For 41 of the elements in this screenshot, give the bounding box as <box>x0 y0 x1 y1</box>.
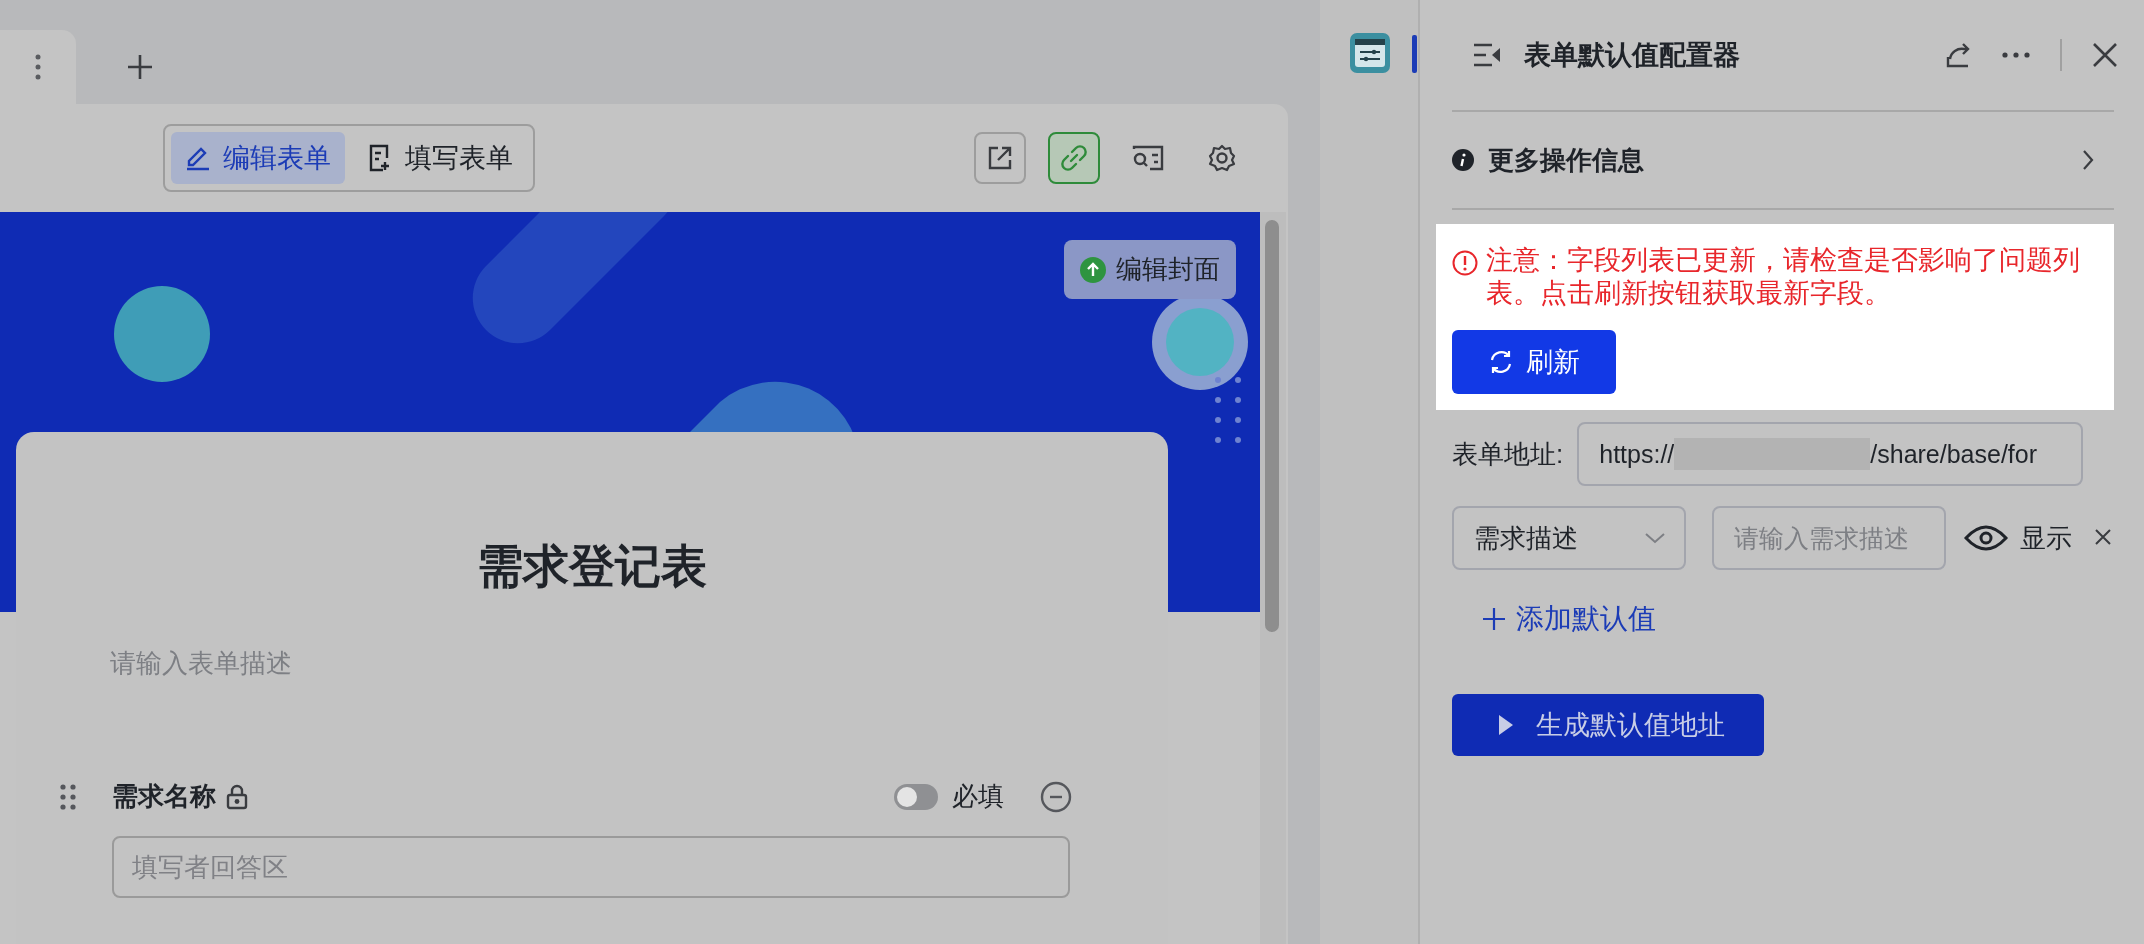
chevron-right-icon <box>2082 149 2094 171</box>
field-select[interactable]: 需求描述 <box>1452 506 1686 570</box>
visibility-toggle[interactable]: 显示 <box>1964 520 2072 556</box>
open-external-icon <box>986 144 1014 172</box>
mode-tab[interactable]: 编辑表单 <box>171 132 345 184</box>
address-label: 表单地址: <box>1452 437 1564 471</box>
pencil-icon <box>185 145 211 171</box>
required-toggle[interactable] <box>894 783 938 810</box>
remove-icon[interactable] <box>1040 780 1072 813</box>
drag-handle-icon[interactable] <box>60 783 76 810</box>
edit-cover-button[interactable]: 编辑封面 <box>1064 240 1236 299</box>
generate-button[interactable]: 生成默认值地址 <box>1452 694 1764 756</box>
add-default-button[interactable]: 添加默认值 <box>1482 600 1656 638</box>
more-info-row[interactable]: 更多操作信息 <box>1452 112 2124 208</box>
mode-tab[interactable]: 填写表单 <box>353 132 527 184</box>
play-icon <box>1498 714 1514 736</box>
eye-icon <box>1964 524 2008 552</box>
close-icon[interactable] <box>2092 42 2118 68</box>
app-icon[interactable] <box>1350 33 1390 73</box>
panel-title: 表单默认值配置器 <box>1524 39 1740 72</box>
upload-icon <box>1080 256 1106 283</box>
address-field[interactable]: https:// /share/base/for <box>1577 422 2084 486</box>
share-icon[interactable] <box>1944 41 1972 69</box>
more-icon[interactable] <box>2002 52 2030 58</box>
warning-text: 注意：字段列表已更新，请检查是否影响了问题列表。点击刷新按钮获取最新字段。 <box>1486 244 2081 310</box>
scrollbar-thumb[interactable] <box>1265 220 1279 632</box>
open-external-button[interactable] <box>974 132 1026 184</box>
chevron-down-icon <box>1644 532 1666 544</box>
refresh-button[interactable]: 刷新 <box>1452 330 1616 394</box>
required-label: 必填 <box>952 780 1004 813</box>
plus-icon <box>1482 607 1506 631</box>
form-title: 需求登记表 <box>476 539 708 594</box>
refresh-icon <box>1488 349 1514 375</box>
collapse-icon[interactable] <box>1472 42 1502 68</box>
more-icon[interactable] <box>35 54 41 80</box>
add-tab-icon[interactable] <box>126 53 154 81</box>
link-icon <box>1059 143 1089 173</box>
active-indicator <box>1412 35 1417 73</box>
info-icon <box>1452 149 1474 171</box>
field-label: 需求名称 <box>112 780 216 813</box>
warning-icon <box>1452 250 1478 276</box>
